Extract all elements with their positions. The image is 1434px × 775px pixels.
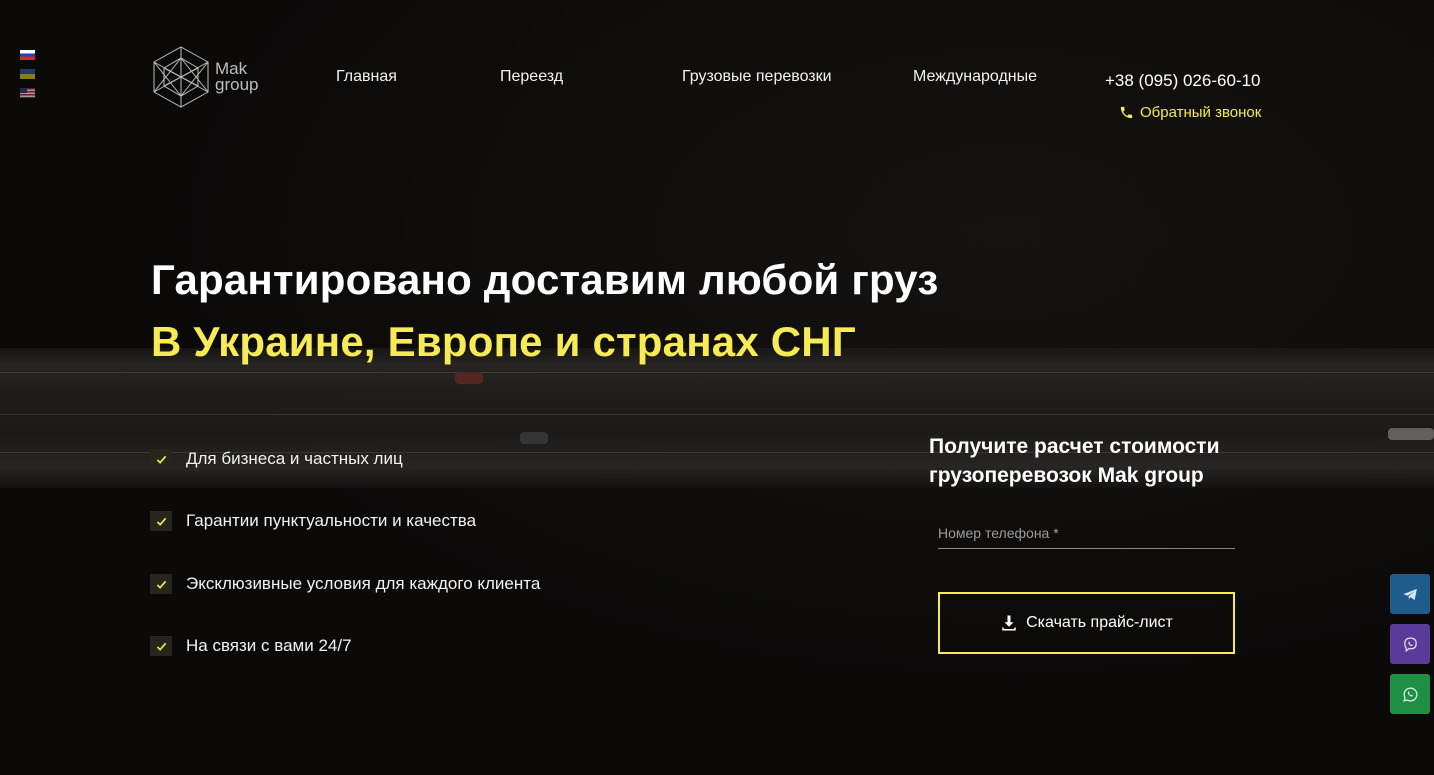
download-icon [1002,615,1016,631]
phone-icon [1120,106,1133,119]
callback-button[interactable]: Обратный звонок [1119,104,1261,121]
feature-text: Эксклюзивные условия для каждого клиента [186,574,541,593]
phone-number[interactable]: +38 (095) 026-60-10 [1105,71,1260,91]
download-button-label: Скачать прайс-лист [1026,614,1173,631]
form-title: Получите расчет стоимости грузоперевозок… [929,435,1220,487]
telegram-button[interactable] [1390,574,1430,614]
list-item: Для бизнеса и частных лиц [150,449,403,469]
checkmark-icon [150,511,172,531]
ru-flag-icon[interactable] [20,50,35,60]
whatsapp-button[interactable] [1390,674,1430,714]
checkmark-icon [150,636,172,656]
nav-item-cargo[interactable]: Грузовые перевозки [682,68,832,86]
viber-button[interactable] [1390,624,1430,664]
whatsapp-icon [1402,686,1417,702]
callback-label: Обратный звонок [1140,104,1262,121]
feature-text: Гарантии пунктуальности и качества [186,511,477,530]
list-item: Гарантии пунктуальности и качества [150,511,476,531]
viber-icon [1403,636,1417,652]
logo[interactable]: Mak group [153,46,258,108]
list-item: На связи с вами 24/7 [150,636,352,656]
feature-text: Для бизнеса и частных лиц [186,449,403,468]
download-price-list-button[interactable]: Скачать прайс-лист [938,592,1235,654]
logo-mark-icon [153,46,209,108]
logo-text-line2: group [215,75,259,94]
logo-text: Mak group [215,60,259,94]
nav-item-international[interactable]: Международные [913,68,1037,86]
nav-item-moving[interactable]: Переезд [500,68,563,86]
feature-text: На связи с вами 24/7 [186,636,352,655]
ua-flag-icon[interactable] [20,69,35,79]
list-item: Эксклюзивные условия для каждого клиента [150,574,540,594]
us-flag-icon[interactable] [20,88,35,98]
phone-input[interactable] [938,518,1235,549]
telegram-icon [1402,588,1417,600]
language-switcher [20,50,35,107]
hero-title: Гарантировано доставим любой груз [151,256,939,303]
checkmark-icon [150,449,172,469]
nav-item-home[interactable]: Главная [336,68,397,86]
checkmark-icon [150,574,172,594]
hero-subtitle: В Украине, Европе и странах СНГ [151,318,856,365]
